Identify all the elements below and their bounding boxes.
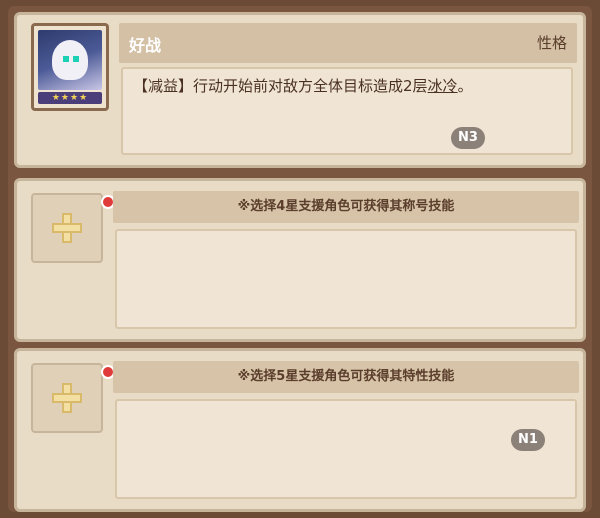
- star-rating: ★★★★: [38, 92, 102, 104]
- trait-title-bar: 好战 性格: [119, 23, 577, 63]
- support-hint-text: ※选择5星支援角色可获得其特性技能: [237, 369, 455, 384]
- support-hint-bar: ※选择5星支援角色可获得其特性技能: [113, 361, 579, 393]
- description-suffix: 。: [457, 77, 473, 95]
- plus-icon: [52, 213, 82, 243]
- support-panel-5star: ※选择5星支援角色可获得其特性技能 N1: [14, 348, 586, 512]
- character-avatar: [38, 30, 102, 90]
- trait-type-label: 性格: [536, 34, 567, 52]
- add-support-slot-4star[interactable]: [31, 193, 115, 263]
- trait-description: 【减益】行动开始前对敌方全体目标造成2层冰冷。: [133, 75, 473, 96]
- support-panel-4star: ※选择4星支援角色可获得其称号技能: [14, 178, 586, 342]
- trait-panel: ★★★★ 好战 性格 【减益】行动开始前对敌方全体目标造成2层冰冷。 N3: [14, 12, 586, 168]
- add-support-slot-5star[interactable]: [31, 363, 115, 433]
- support-skill-box: [115, 229, 577, 329]
- support-skill-box: N1: [115, 399, 577, 499]
- trait-description-box: 【减益】行动开始前对敌方全体目标造成2层冰冷。 N3: [121, 67, 573, 155]
- description-prefix: 【减益】行动开始前对敌方全体目标造成2层: [133, 77, 428, 95]
- support-hint-text: ※选择4星支援角色可获得其称号技能: [237, 199, 455, 214]
- trait-level-badge: N3: [451, 127, 485, 149]
- support-hint-bar: ※选择4星支援角色可获得其称号技能: [113, 191, 579, 223]
- status-link-chill[interactable]: 冰冷: [428, 77, 458, 95]
- trait-name: 好战: [129, 36, 162, 55]
- plus-icon: [52, 383, 82, 413]
- skill-level-badge: N1: [511, 429, 545, 451]
- character-portrait[interactable]: ★★★★: [31, 23, 109, 111]
